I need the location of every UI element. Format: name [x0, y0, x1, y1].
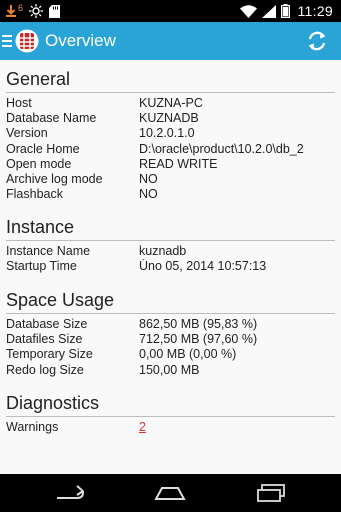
- battery-icon: [280, 4, 290, 18]
- row-key: Redo log Size: [6, 362, 84, 377]
- section-title-diagnostics: Diagnostics: [6, 393, 100, 413]
- row-database-name: Database Name KUZNADB: [6, 111, 335, 126]
- row-value: 862,50 MB (95,83 %): [139, 317, 258, 331]
- row-temporary-size: Temporary Size 0,00 MB (0,00 %): [6, 347, 335, 362]
- section-divider: [6, 313, 335, 314]
- navigation-bar: [0, 474, 341, 512]
- row-value: 150,00 MB: [139, 362, 200, 377]
- action-bar: Overview: [0, 22, 341, 60]
- clock: 11:29: [297, 3, 333, 19]
- recent-apps-icon[interactable]: [251, 481, 291, 505]
- row-key: Warnings: [6, 420, 59, 434]
- row-startup-time: Startup Time Úno 05, 2014 10:57:13: [6, 259, 335, 274]
- sd-card-icon: [49, 4, 61, 18]
- database-app-icon[interactable]: [15, 29, 39, 53]
- row-flashback: Flashback NO: [6, 187, 335, 202]
- row-key: Oracle Home: [6, 141, 80, 156]
- back-icon[interactable]: [50, 481, 90, 505]
- download-notification-icon: [6, 4, 16, 18]
- status-bar: 6 11:29: [0, 0, 341, 22]
- row-database-size: Database Size 862,50 MB (95,83 %): [6, 317, 335, 332]
- row-value: NO: [139, 171, 158, 186]
- row-key: Flashback: [6, 187, 63, 202]
- row-datafiles-size: Datafiles Size 712,50 MB (97,60 %): [6, 332, 335, 347]
- navigation-drawer-icon[interactable]: [2, 34, 12, 48]
- row-key: Startup Time: [6, 259, 77, 274]
- row-value: 10.2.0.1.0: [139, 126, 195, 141]
- warnings-link[interactable]: 2: [139, 420, 146, 435]
- row-key: Instance Name: [6, 244, 91, 258]
- row-key: Database Name: [6, 111, 97, 126]
- row-value: 712,50 MB (97,60 %): [139, 332, 258, 347]
- row-version: Version 10.2.0.1.0: [6, 126, 335, 141]
- row-key: Archive log mode: [6, 171, 103, 186]
- section-divider: [6, 92, 335, 93]
- section-space-usage: Space Usage Database Size 862,50 MB (95,…: [0, 285, 341, 378]
- home-icon[interactable]: [150, 481, 190, 505]
- signal-icon: [261, 4, 276, 18]
- row-value: NO: [139, 187, 158, 202]
- page-title: Overview: [45, 31, 116, 50]
- notification-count: 6: [18, 3, 24, 13]
- row-value: READ WRITE: [139, 156, 218, 171]
- brightness-icon: [29, 4, 44, 18]
- row-value: 0,00 MB (0,00 %): [139, 347, 237, 362]
- row-value: kuznadb: [139, 244, 187, 258]
- section-divider: [6, 240, 335, 241]
- row-warnings: Warnings 2: [6, 420, 335, 435]
- row-oracle-home: Oracle Home D:\oracle\product\10.2.0\db_…: [6, 142, 335, 157]
- row-value: D:\oracle\product\10.2.0\db_2: [139, 141, 304, 156]
- refresh-icon[interactable]: [305, 29, 329, 53]
- row-key: Host: [6, 96, 32, 110]
- section-general: General Host KUZNA-PC Database Name KUZN…: [0, 64, 341, 202]
- section-title-space-usage: Space Usage: [6, 290, 115, 310]
- overview-content[interactable]: General Host KUZNA-PC Database Name KUZN…: [0, 60, 341, 474]
- row-key: Database Size: [6, 317, 88, 331]
- row-value: KUZNA-PC: [139, 96, 203, 110]
- section-diagnostics: Diagnostics Warnings 2: [0, 388, 341, 435]
- section-title-general: General: [6, 69, 71, 89]
- row-key: Temporary Size: [6, 347, 93, 362]
- row-instance-name: Instance Name kuznadb: [6, 244, 335, 259]
- wifi-icon: [239, 4, 257, 18]
- row-value: Úno 05, 2014 10:57:13: [139, 259, 267, 274]
- section-divider: [6, 416, 335, 417]
- section-instance: Instance Instance Name kuznadb Startup T…: [0, 212, 341, 274]
- row-open-mode: Open mode READ WRITE: [6, 157, 335, 172]
- row-key: Version: [6, 126, 48, 141]
- row-value: KUZNADB: [139, 111, 199, 126]
- row-host: Host KUZNA-PC: [6, 96, 335, 111]
- row-archive-log-mode: Archive log mode NO: [6, 172, 335, 187]
- row-redo-log-size: Redo log Size 150,00 MB: [6, 363, 335, 378]
- row-key: Datafiles Size: [6, 332, 83, 347]
- section-title-instance: Instance: [6, 217, 75, 237]
- row-key: Open mode: [6, 156, 72, 171]
